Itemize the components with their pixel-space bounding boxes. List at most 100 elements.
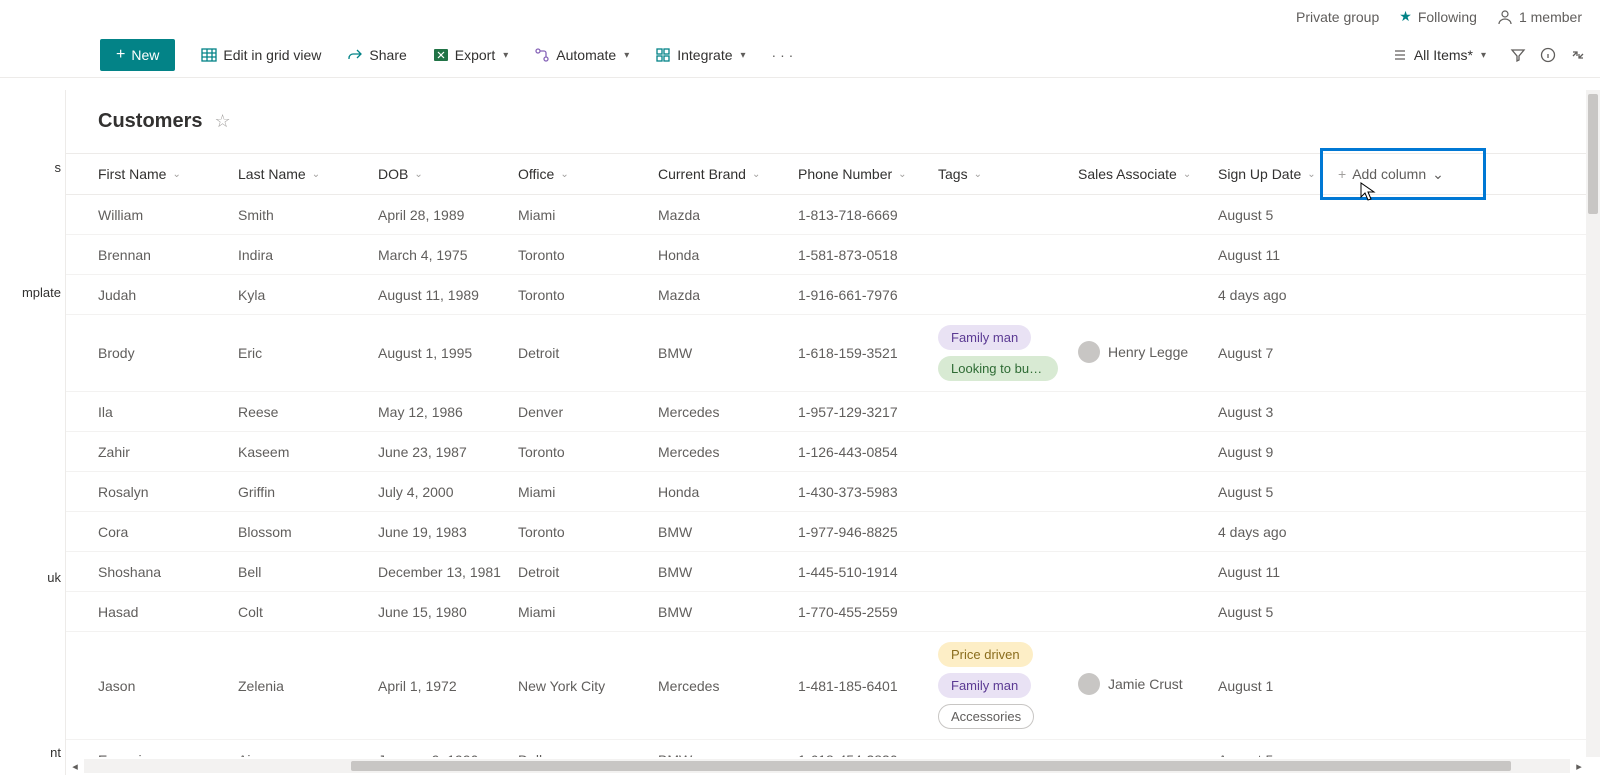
leftnav-item[interactable]: mplate [0, 275, 65, 310]
table-row[interactable]: ShoshanaBellDecember 13, 1981DetroitBMW1… [66, 552, 1600, 592]
integrate-button[interactable]: Integrate ▾ [645, 41, 755, 69]
tag-pill[interactable]: Price driven [938, 642, 1033, 667]
column-header-phone[interactable]: Phone Number⌄ [798, 166, 938, 182]
table-row[interactable]: JudahKylaAugust 11, 1989TorontoMazda1-91… [66, 275, 1600, 315]
signup-cell: August 9 [1218, 444, 1328, 460]
plus-icon: + [1338, 166, 1346, 182]
signup-cell: August 5 [1218, 604, 1328, 620]
table-row[interactable]: HasadColtJune 15, 1980MiamiBMW1-770-455-… [66, 592, 1600, 632]
share-label: Share [369, 47, 406, 63]
table-cell: Mercedes [658, 404, 798, 420]
tag-pill[interactable]: Looking to buy s... [938, 356, 1058, 381]
table-cell: 1-813-718-6669 [798, 207, 938, 223]
table-row[interactable]: WilliamSmithApril 28, 1989MiamiMazda1-81… [66, 195, 1600, 235]
chevron-down-icon: ⌄ [1307, 169, 1315, 180]
chevron-down-icon: ⌄ [752, 169, 760, 180]
more-button[interactable]: · · · [762, 41, 804, 69]
scroll-thumb[interactable] [1588, 94, 1598, 214]
export-button[interactable]: Export ▾ [423, 41, 519, 69]
tags-cell [938, 209, 1078, 221]
signup-cell: August 11 [1218, 247, 1328, 263]
column-header-dob[interactable]: DOB⌄ [378, 166, 518, 182]
table-cell: April 28, 1989 [378, 207, 518, 223]
table-cell: Zahir [98, 444, 238, 460]
chevron-down-icon: ▾ [741, 50, 746, 61]
table-cell: Mercedes [658, 678, 798, 694]
table-cell: New York City [518, 678, 658, 694]
tags-cell [938, 486, 1078, 498]
data-grid: First Name⌄ Last Name⌄ DOB⌄ Office⌄ Curr… [66, 153, 1600, 757]
view-selector[interactable]: All Items* ▾ [1382, 41, 1496, 69]
table-row[interactable]: CoraBlossomJune 19, 1983TorontoBMW1-977-… [66, 512, 1600, 552]
expand-icon[interactable] [1570, 47, 1586, 63]
edit-grid-label: Edit in grid view [223, 47, 321, 63]
person-name: Henry Legge [1108, 344, 1188, 360]
new-button[interactable]: + New [100, 39, 175, 71]
table-cell: Toronto [518, 524, 658, 540]
info-icon[interactable] [1540, 47, 1556, 63]
scroll-thumb[interactable] [351, 761, 1510, 771]
share-button[interactable]: Share [337, 41, 416, 69]
following-label: Following [1418, 9, 1477, 25]
leftnav-item[interactable]: s [0, 150, 65, 185]
list-icon [1392, 47, 1408, 63]
table-row[interactable]: BrodyEricAugust 1, 1995DetroitBMW1-618-1… [66, 315, 1600, 392]
following-button[interactable]: ★ Following [1399, 8, 1477, 25]
column-header-signup[interactable]: Sign Up Date⌄ [1218, 166, 1328, 182]
table-row[interactable]: EugeniaAimeeJanuary 9, 1990DallasBMW1-61… [66, 740, 1600, 757]
tag-pill[interactable]: Accessories [938, 704, 1034, 729]
table-row[interactable]: BrennanIndiraMarch 4, 1975TorontoHonda1-… [66, 235, 1600, 275]
person-chip[interactable]: Jamie Crust [1078, 673, 1183, 695]
table-cell: June 23, 1987 [378, 444, 518, 460]
person-name: Jamie Crust [1108, 676, 1183, 692]
associate-cell: Jamie Crust [1078, 673, 1218, 698]
scroll-track[interactable] [84, 759, 1570, 773]
new-label: New [131, 47, 159, 63]
table-row[interactable]: IlaReeseMay 12, 1986DenverMercedes1-957-… [66, 392, 1600, 432]
column-header-first-name[interactable]: First Name⌄ [98, 166, 238, 182]
scroll-right-arrow[interactable]: ▸ [1570, 760, 1588, 773]
column-header-sales-associate[interactable]: Sales Associate⌄ [1078, 166, 1218, 182]
table-cell: 1-126-443-0854 [798, 444, 938, 460]
favorite-star-icon[interactable]: ☆ [214, 111, 230, 132]
table-row[interactable]: ZahirKaseemJune 23, 1987TorontoMercedes1… [66, 432, 1600, 472]
table-cell: Miami [518, 484, 658, 500]
signup-cell: August 5 [1218, 207, 1328, 223]
flow-icon [534, 47, 550, 63]
automate-button[interactable]: Automate ▾ [524, 41, 639, 69]
table-cell: BMW [658, 564, 798, 580]
table-cell: March 4, 1975 [378, 247, 518, 263]
table-cell: William [98, 207, 238, 223]
tags-cell [938, 526, 1078, 538]
table-cell: BMW [658, 345, 798, 361]
table-cell: Ila [98, 404, 238, 420]
tag-pill[interactable]: Family man [938, 673, 1031, 698]
table-cell: 1-618-159-3521 [798, 345, 938, 361]
person-chip[interactable]: Henry Legge [1078, 341, 1188, 363]
members-button[interactable]: 1 member [1497, 9, 1582, 25]
filter-icon[interactable] [1510, 47, 1526, 63]
vertical-scrollbar[interactable] [1586, 90, 1600, 757]
signup-cell: August 3 [1218, 404, 1328, 420]
add-column-button[interactable]: + Add column ⌄ [1328, 160, 1454, 189]
tags-cell [938, 566, 1078, 578]
column-header-office[interactable]: Office⌄ [518, 166, 658, 182]
column-header-last-name[interactable]: Last Name⌄ [238, 166, 378, 182]
table-cell: May 12, 1986 [378, 404, 518, 420]
avatar-icon [1078, 673, 1100, 695]
chevron-down-icon: ⌄ [414, 169, 422, 180]
table-row[interactable]: JasonZeleniaApril 1, 1972New York CityMe… [66, 632, 1600, 740]
table-cell: Bell [238, 564, 378, 580]
column-header-tags[interactable]: Tags⌄ [938, 166, 1078, 182]
edit-grid-button[interactable]: Edit in grid view [191, 41, 331, 69]
chevron-down-icon: ▾ [624, 50, 629, 61]
column-header-current-brand[interactable]: Current Brand⌄ [658, 166, 798, 182]
leftnav-item[interactable]: nt [0, 735, 65, 770]
horizontal-scrollbar[interactable]: ◂ ▸ [66, 757, 1588, 775]
scroll-left-arrow[interactable]: ◂ [66, 760, 84, 773]
leftnav-item[interactable]: uk [0, 560, 65, 595]
automate-label: Automate [556, 47, 616, 63]
add-column-label: Add column [1352, 166, 1426, 182]
tag-pill[interactable]: Family man [938, 325, 1031, 350]
table-row[interactable]: RosalynGriffinJuly 4, 2000MiamiHonda1-43… [66, 472, 1600, 512]
